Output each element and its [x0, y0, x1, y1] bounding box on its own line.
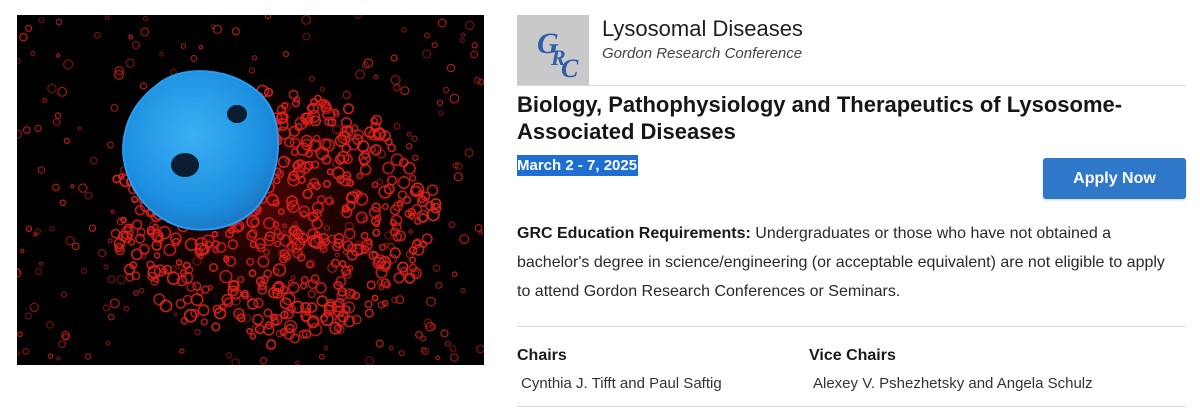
apply-now-button[interactable]: Apply Now — [1043, 158, 1186, 199]
education-requirements: GRC Education Requirements: Undergraduat… — [517, 219, 1177, 306]
conference-header: G R C Lysosomal Diseases Gordon Research… — [517, 15, 1186, 85]
vice-chairs-section: Vice Chairs Alexey V. Pshezhetsky and An… — [809, 345, 1093, 395]
divider — [517, 85, 1186, 86]
conference-panel: G R C Lysosomal Diseases Gordon Research… — [517, 15, 1186, 407]
conference-dates: March 2 - 7, 2025 — [517, 155, 639, 176]
hero-image — [17, 15, 484, 365]
cell-nucleus — [122, 70, 280, 231]
microscopy-image — [17, 15, 484, 365]
vice-chairs-names: Alexey V. Pshezhetsky and Angela Schulz — [813, 375, 1093, 392]
divider — [517, 406, 1186, 407]
conference-name[interactable]: Lysosomal Diseases — [602, 16, 803, 42]
divider — [517, 326, 1186, 327]
conference-subtitle: Gordon Research Conference — [602, 45, 803, 62]
conference-title: Biology, Pathophysiology and Therapeutic… — [517, 92, 1123, 144]
grc-logo-mark: G R C — [537, 27, 579, 79]
chairs-section: Chairs Cynthia J. Tifft and Paul Saftig — [517, 345, 722, 395]
grc-logo: G R C — [517, 15, 589, 85]
vice-chairs-heading: Vice Chairs — [809, 347, 896, 364]
chairs-names: Cynthia J. Tifft and Paul Saftig — [521, 375, 722, 392]
svg-text:C: C — [561, 54, 579, 79]
chairs-heading: Chairs — [517, 347, 567, 364]
education-label: GRC Education Requirements: — [517, 225, 751, 242]
